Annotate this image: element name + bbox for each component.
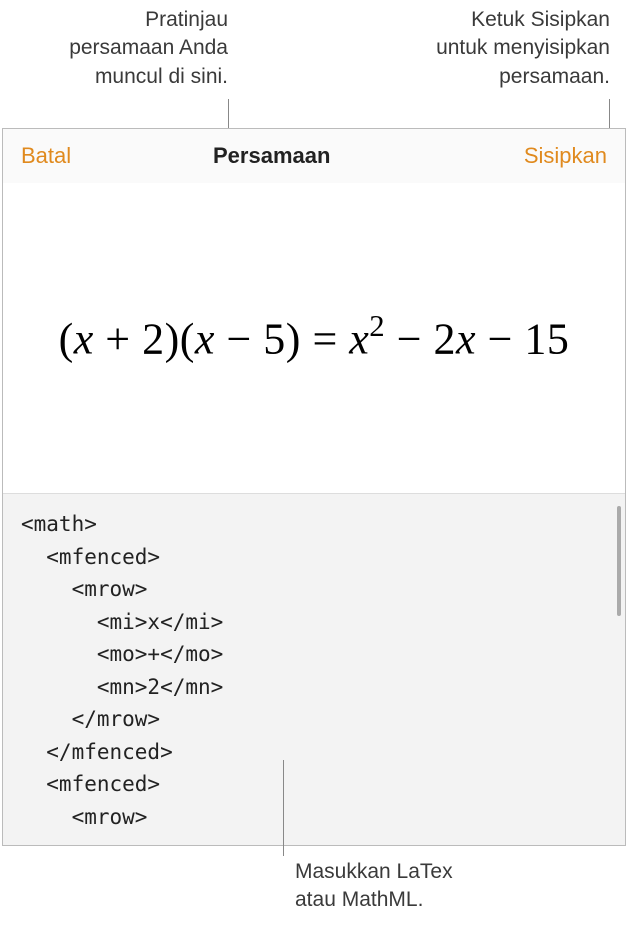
- toolbar-title: Persamaan: [213, 143, 330, 169]
- code-input[interactable]: <math> <mfenced> <mrow> <mi>x</mi> <mo>+…: [3, 493, 625, 845]
- equation-preview: (x + 2)(x − 5) = x2 − 2x − 15: [59, 311, 570, 365]
- callout-input: Masukkan LaTexatau MathML.: [295, 858, 595, 915]
- callout-insert: Ketuk Sisipkanuntuk menyisipkanpersamaan…: [350, 6, 610, 91]
- insert-button[interactable]: Sisipkan: [524, 143, 607, 169]
- equation-editor-window: Batal Persamaan Sisipkan (x + 2)(x − 5) …: [2, 128, 626, 846]
- equation-preview-pane: (x + 2)(x − 5) = x2 − 2x − 15: [3, 183, 625, 493]
- toolbar: Batal Persamaan Sisipkan: [3, 129, 625, 183]
- code-content: <math> <mfenced> <mrow> <mi>x</mi> <mo>+…: [21, 512, 223, 829]
- scroll-indicator[interactable]: [617, 506, 621, 616]
- cancel-button[interactable]: Batal: [21, 143, 71, 169]
- callout-input-line: [283, 760, 284, 856]
- callout-preview: Pratinjaupersamaan Andamuncul di sini.: [8, 6, 228, 91]
